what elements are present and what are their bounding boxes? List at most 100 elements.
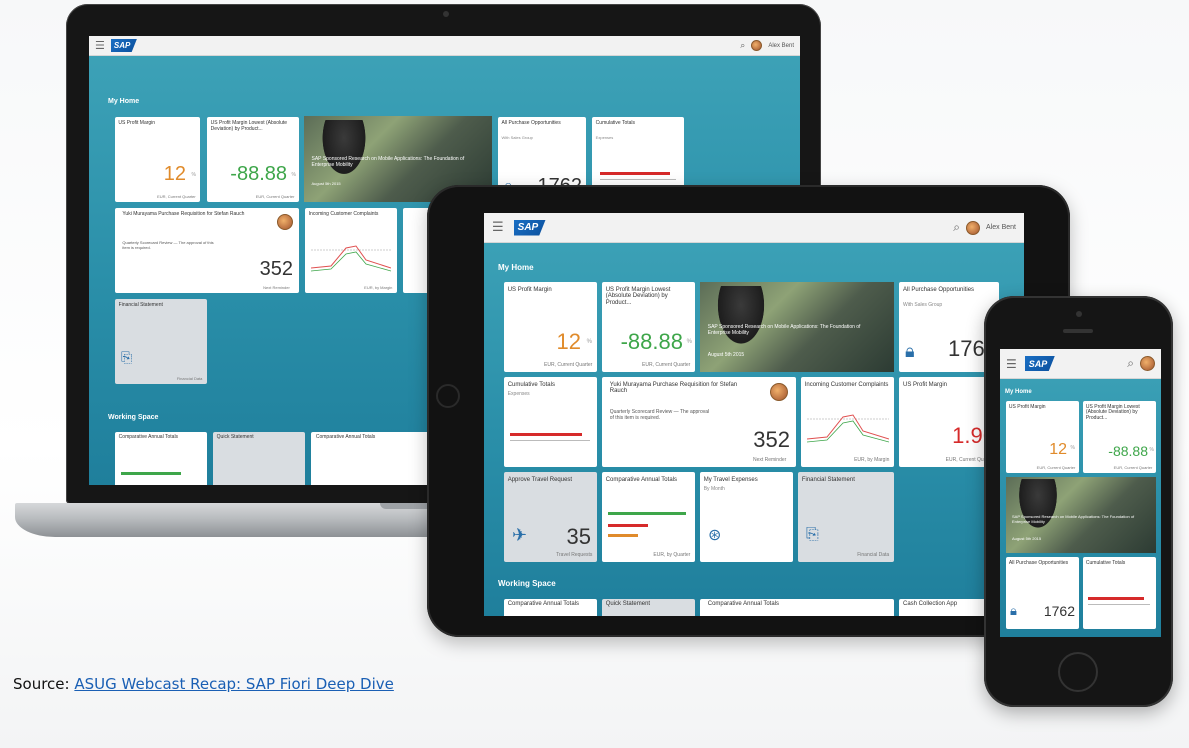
comparison-bar-2 [608,524,648,527]
tile-profit-margin[interactable]: US Profit Margin 12 % EUR, Current Quart… [504,282,597,372]
news-caption: SAP Sponsored Research on Mobile Applica… [311,156,465,168]
section-working-space: Working Space [498,579,556,588]
menu-icon[interactable]: ☰ [492,220,504,235]
news-person-image [319,120,369,180]
tile-title: US Profit Margin Lowest (Absolute Deviat… [605,286,671,307]
tile-profit-margin[interactable]: US Profit Margin 12 % EUR, Current Quart… [1006,401,1079,473]
bullet-bar [510,433,582,436]
tile-title: All Purchase Opportunities [1008,559,1069,566]
kpi-value: 352 [753,427,790,452]
tile-title: Comparative Annual Totals [707,600,780,607]
device-showcase: ☰ SAP ⌕ Alex Bent My Home US Profit Marg… [0,0,1189,748]
laptop-camera [443,11,449,17]
section-working-space: Working Space [108,414,159,421]
phone-speaker [1063,329,1093,333]
tile-approval[interactable]: Yuki Murayama Purchase Requisition for S… [115,208,299,293]
tablet-screen: ☰ SAP ⌕ Alex Bent My Home US Profit Marg… [484,213,1024,616]
user-avatar[interactable] [1140,356,1155,371]
document-icon: ⎘ [806,524,819,543]
tile-comparative-annual-2[interactable]: Comparative Annual Totals [311,432,433,485]
phone-shellbar: ☰ SAP ⌕ [1000,349,1161,379]
news-caption: SAP Sponsored Research on Mobile Applica… [707,324,861,336]
tile-title: My Travel Expenses [703,476,758,483]
tile-subtitle: By Month [703,486,725,492]
tile-cumulative-totals[interactable]: Cumulative Totals [1083,557,1156,629]
kpi-value: -88.88 [230,163,287,185]
kpi-value: 1762 [1043,603,1075,619]
tile-title: Comparative Annual Totals [118,434,179,440]
tile-approve-travel[interactable]: Approve Travel Request ✈ 35 Travel Reque… [504,472,597,562]
chart-series-line [311,245,391,269]
tile-comparative-annual[interactable]: Comparative Annual Totals [115,432,207,485]
tile-financial-statement[interactable]: Financial Statement ⎘ Financial Data [798,472,894,562]
search-icon[interactable]: ⌕ [953,220,960,235]
tile-cumulative-totals[interactable]: Cumulative Totals Expenses [504,377,597,467]
kpi-unit: % [191,172,196,178]
tile-customer-complaints[interactable]: Incoming Customer Complaints EUR, by Mar… [801,377,894,467]
tile-profit-margin-lowest[interactable]: US Profit Margin Lowest (Absolute Deviat… [207,117,299,202]
menu-icon[interactable]: ☰ [1006,357,1017,371]
kpi-value: 12 [1049,441,1067,458]
news-caption: SAP Sponsored Research on Mobile Applica… [1012,514,1135,524]
tile-subtitle: With Sales Group [501,135,533,140]
tablet-home-button[interactable] [436,384,460,408]
news-date: August 5th 2015 [1012,536,1042,541]
tile-financial-statement[interactable]: Financial Statement ⎘ Financial Data [115,299,207,384]
user-name[interactable]: Alex Bent [768,43,794,49]
bullet-baseline [510,440,590,441]
tile-quick-statement[interactable]: Quick Statement [213,432,305,485]
tile-title: US Profit Margin Lowest (Absolute Deviat… [1085,403,1140,422]
kpi-value: 12 [163,163,186,185]
phone-shell-right: ⌕ [1127,356,1155,371]
phone-screen: ☰ SAP ⌕ My Home US Profit Margin 12 % EU… [1000,349,1161,637]
tile-title: Incoming Customer Complaints [308,211,379,218]
tile-footer: Financial Data [857,552,890,559]
laptop-shellbar: ☰ SAP ⌕ Alex Bent [89,36,800,56]
bullet-bar [1088,597,1144,600]
tile-comparative-annual-ws[interactable]: Comparative Annual Totals [504,599,597,616]
tile-quick-statement[interactable]: Quick Statement [602,599,695,616]
tile-comparative-annual-ws-2[interactable]: Comparative Annual Totals [700,599,894,616]
tablet-shell-right: ⌕ Alex Bent [953,220,1016,235]
kpi-unit: % [686,339,692,345]
sap-logo: SAP [513,219,546,236]
tablet-shellbar: ☰ SAP ⌕ Alex Bent [484,213,1024,243]
tile-comparative-annual[interactable]: Comparative Annual Totals EUR, by Quarte… [602,472,695,562]
news-date: August 5th 2015 [311,181,341,186]
kpi-unit: % [586,339,592,345]
tile-news-photo[interactable]: SAP Sponsored Research on Mobile Applica… [1006,477,1156,553]
tile-profit-margin-lowest[interactable]: US Profit Margin Lowest (Absolute Deviat… [602,282,695,372]
user-avatar[interactable] [966,220,981,235]
kpi-value: 352 [259,258,293,280]
user-name[interactable]: Alex Bent [986,224,1016,231]
search-icon[interactable]: ⌕ [740,40,745,51]
tile-profit-margin-lowest[interactable]: US Profit Margin Lowest (Absolute Deviat… [1083,401,1156,473]
tile-sales-opportunity[interactable]: All Purchase Opportunities 🔒︎ 1762 [1006,557,1079,629]
tile-title: Cumulative Totals [1085,559,1126,566]
search-icon[interactable]: ⌕ [1127,356,1134,371]
bullet-bar [600,172,670,175]
chart-series-line-2 [311,251,391,272]
tile-footer: EUR, Current Quarter [255,193,295,199]
tile-footer: EUR, by Margin [854,457,890,464]
phone-home-button[interactable] [1058,652,1098,692]
tile-customer-complaints[interactable]: Incoming Customer Complaints EUR, by Mar… [305,208,397,293]
tile-news-photo[interactable]: SAP Sponsored Research on Mobile Applica… [700,282,894,372]
tile-approval[interactable]: Yuki Murayama Purchase Requisition for S… [602,377,796,467]
menu-icon[interactable]: ☰ [95,39,105,52]
tile-title: Cash Collection App [903,600,958,607]
user-avatar[interactable] [751,40,763,51]
tile-profit-margin[interactable]: US Profit Margin 12 % EUR, Current Quart… [115,117,200,202]
section-my-home: My Home [108,98,140,105]
tile-title: Financial Statement [801,476,855,483]
sap-logo: SAP [110,39,137,52]
tile-footer: EUR, by Margin [364,284,393,290]
section-my-home: My Home [1005,389,1032,395]
laptop-shell-right: ⌕ Alex Bent [740,40,794,51]
tile-title: Incoming Customer Complaints [804,381,889,388]
tile-travel-expenses[interactable]: My Travel Expenses By Month ⊛ [700,472,793,562]
source-link[interactable]: ASUG Webcast Recap: SAP Fiori Deep Dive [74,675,394,693]
news-date: August 5th 2015 [707,352,745,358]
kpi-value: -88.88 [620,329,683,354]
tile-title: Yuki Murayama Purchase Requisition for S… [122,211,245,218]
